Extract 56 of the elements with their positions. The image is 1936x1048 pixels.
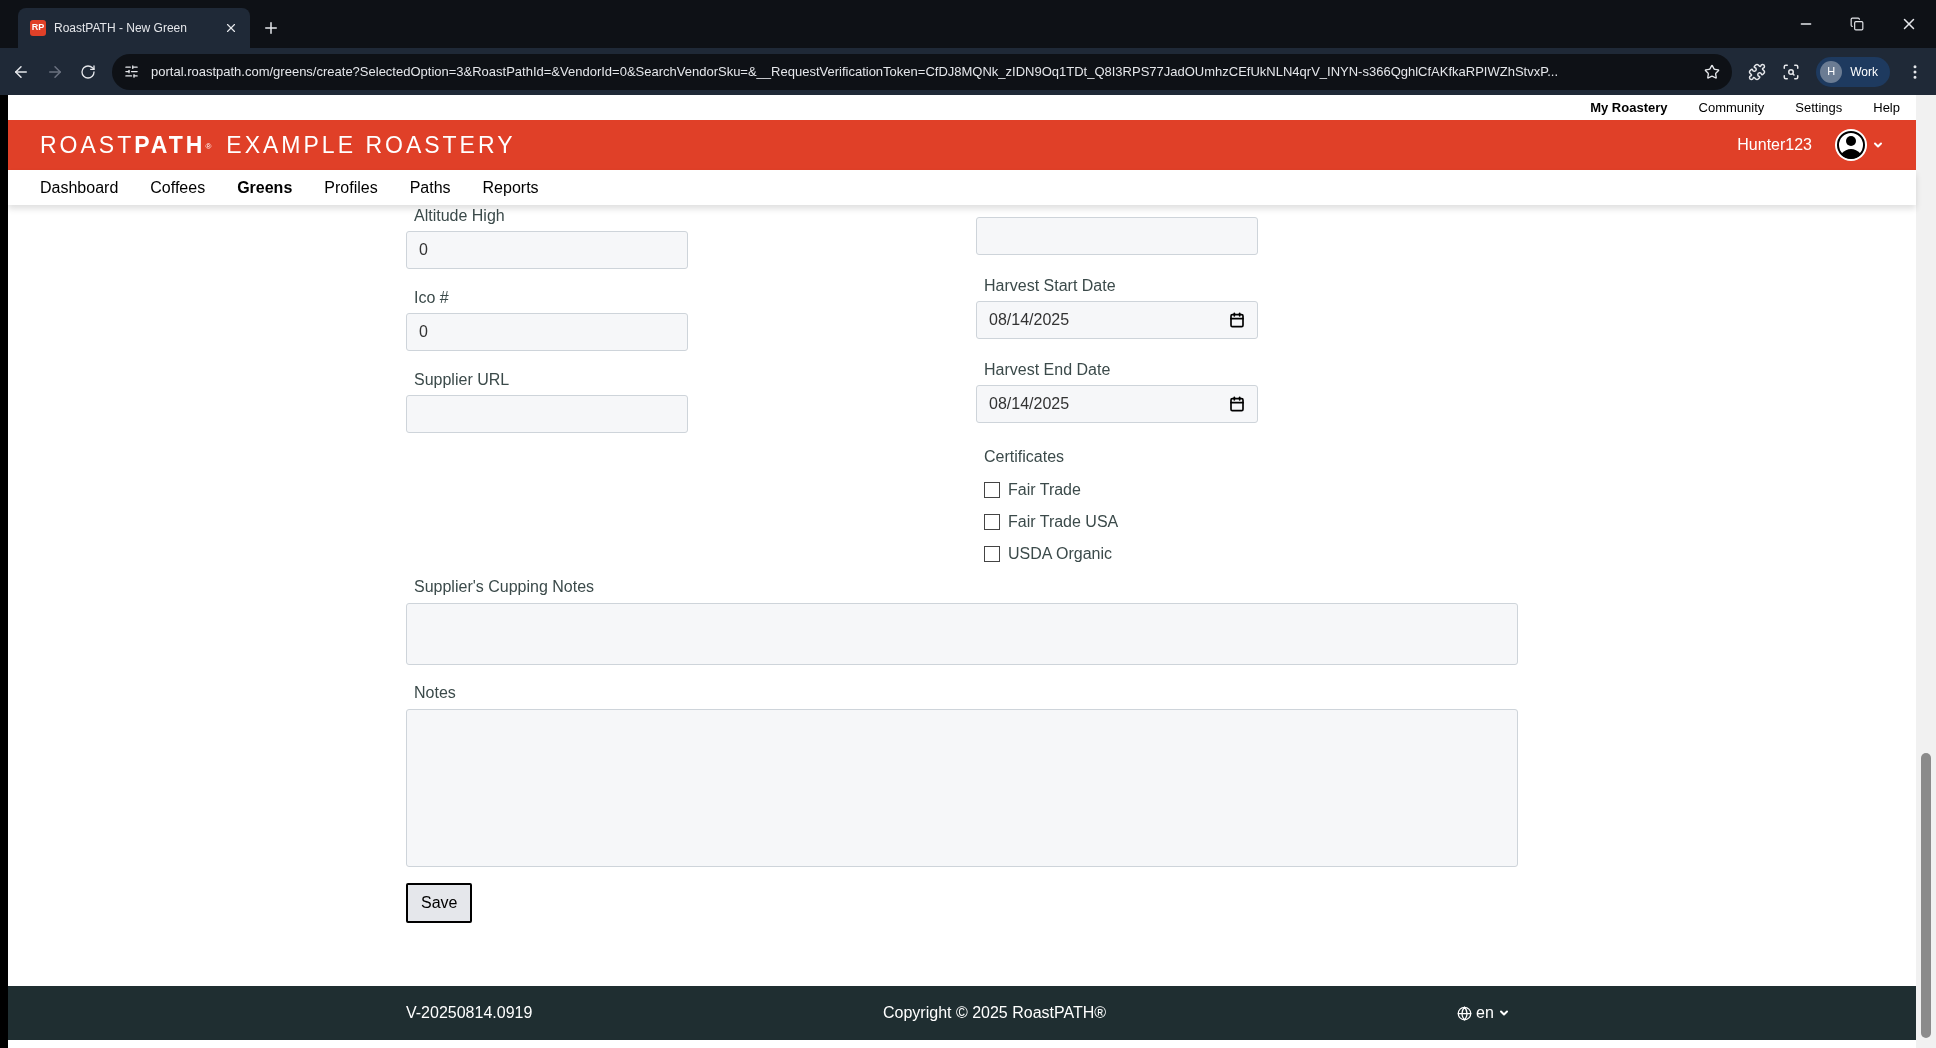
input-field[interactable]: 0 xyxy=(406,313,688,351)
field-label: Harvest End Date xyxy=(983,360,1112,380)
save-button[interactable]: Save xyxy=(406,883,473,923)
restore-icon[interactable] xyxy=(1850,17,1864,31)
field-label: Supplier's Cupping Notes xyxy=(413,577,596,597)
certificates-label: Certificates xyxy=(983,447,1066,467)
checkbox[interactable] xyxy=(984,546,1000,562)
new-tab-icon[interactable] xyxy=(262,19,280,37)
globe-icon xyxy=(1457,1005,1472,1021)
top-link[interactable]: Settings xyxy=(1795,97,1843,118)
field-label: Supplier URL xyxy=(413,370,511,390)
bookmark-icon[interactable] xyxy=(1704,63,1721,80)
field-label: Harvest Start Date xyxy=(983,276,1117,296)
profile-avatar: H xyxy=(1820,60,1843,83)
reload-icon[interactable] xyxy=(80,63,96,80)
site-info-icon[interactable] xyxy=(124,64,139,79)
tab-favicon: RP xyxy=(30,20,46,36)
checkbox[interactable] xyxy=(984,482,1000,498)
top-link[interactable]: Help xyxy=(1873,97,1900,118)
top-link[interactable]: My Roastery xyxy=(1590,97,1668,118)
roastery-name: EXAMPLE ROASTERY xyxy=(226,130,516,160)
close-icon[interactable] xyxy=(224,21,238,35)
nav-link[interactable]: Dashboard xyxy=(40,175,119,200)
calendar-icon[interactable] xyxy=(1229,396,1245,412)
checkbox-label: Fair Trade USA xyxy=(1008,512,1119,532)
top-link[interactable]: Community xyxy=(1698,97,1765,118)
nav-link[interactable]: Profiles xyxy=(324,175,378,200)
date-field[interactable]: 08/14/2025 xyxy=(976,301,1258,339)
extensions-icon[interactable] xyxy=(1748,62,1767,81)
checkbox[interactable] xyxy=(984,514,1000,530)
nav-link[interactable]: Coffees xyxy=(150,175,206,200)
checkbox-label: Fair Trade xyxy=(1008,480,1081,500)
checkbox-label: USDA Organic xyxy=(1008,544,1113,564)
nav-link[interactable]: Reports xyxy=(482,175,539,200)
profile-button[interactable]: H Work xyxy=(1816,56,1890,87)
calendar-icon[interactable] xyxy=(1229,312,1245,328)
nav-link[interactable]: Greens xyxy=(237,175,293,200)
date-field[interactable]: 08/14/2025 xyxy=(976,385,1258,423)
input-field[interactable]: 0 xyxy=(406,231,688,269)
field-label: Notes xyxy=(413,683,457,703)
search-tabs-icon[interactable] xyxy=(1782,62,1801,81)
version-text: V-20250814.0919 xyxy=(406,1003,534,1023)
field-label: Ico # xyxy=(413,288,450,308)
input-field[interactable] xyxy=(406,395,688,433)
avatar-icon[interactable] xyxy=(1834,128,1868,162)
nav-link[interactable]: Paths xyxy=(409,175,451,200)
username[interactable]: Hunter123 xyxy=(1737,133,1812,157)
brand-logo[interactable]: ROASTPATH$^{®}$ xyxy=(40,127,215,163)
address-bar[interactable]: portal.roastpath.com/greens/create?SelectedOption=3&RoastPathId=&VendorId=0&SearchVendorSku=&__RequestVerificationToken=CfDJ8MQNk_zIDN9Oq1TDt_Q8I3RPS77JadOUmhzCEfUkNLN4qrV_INYN-s366QghlCfAKfkaRPIWZhStvxP... xyxy=(112,53,1733,90)
browser-tab[interactable]: RP RoastPATH - New Green xyxy=(18,8,250,48)
input-field[interactable] xyxy=(976,217,1258,255)
field-label: Altitude High xyxy=(413,206,506,226)
scrollbar[interactable] xyxy=(1916,95,1936,1048)
copyright-text: Copyright © 2025 RoastPATH® xyxy=(883,1003,1108,1023)
language-selector[interactable]: en xyxy=(1457,1001,1510,1025)
tab-title: RoastPATH - New Green xyxy=(54,20,188,37)
